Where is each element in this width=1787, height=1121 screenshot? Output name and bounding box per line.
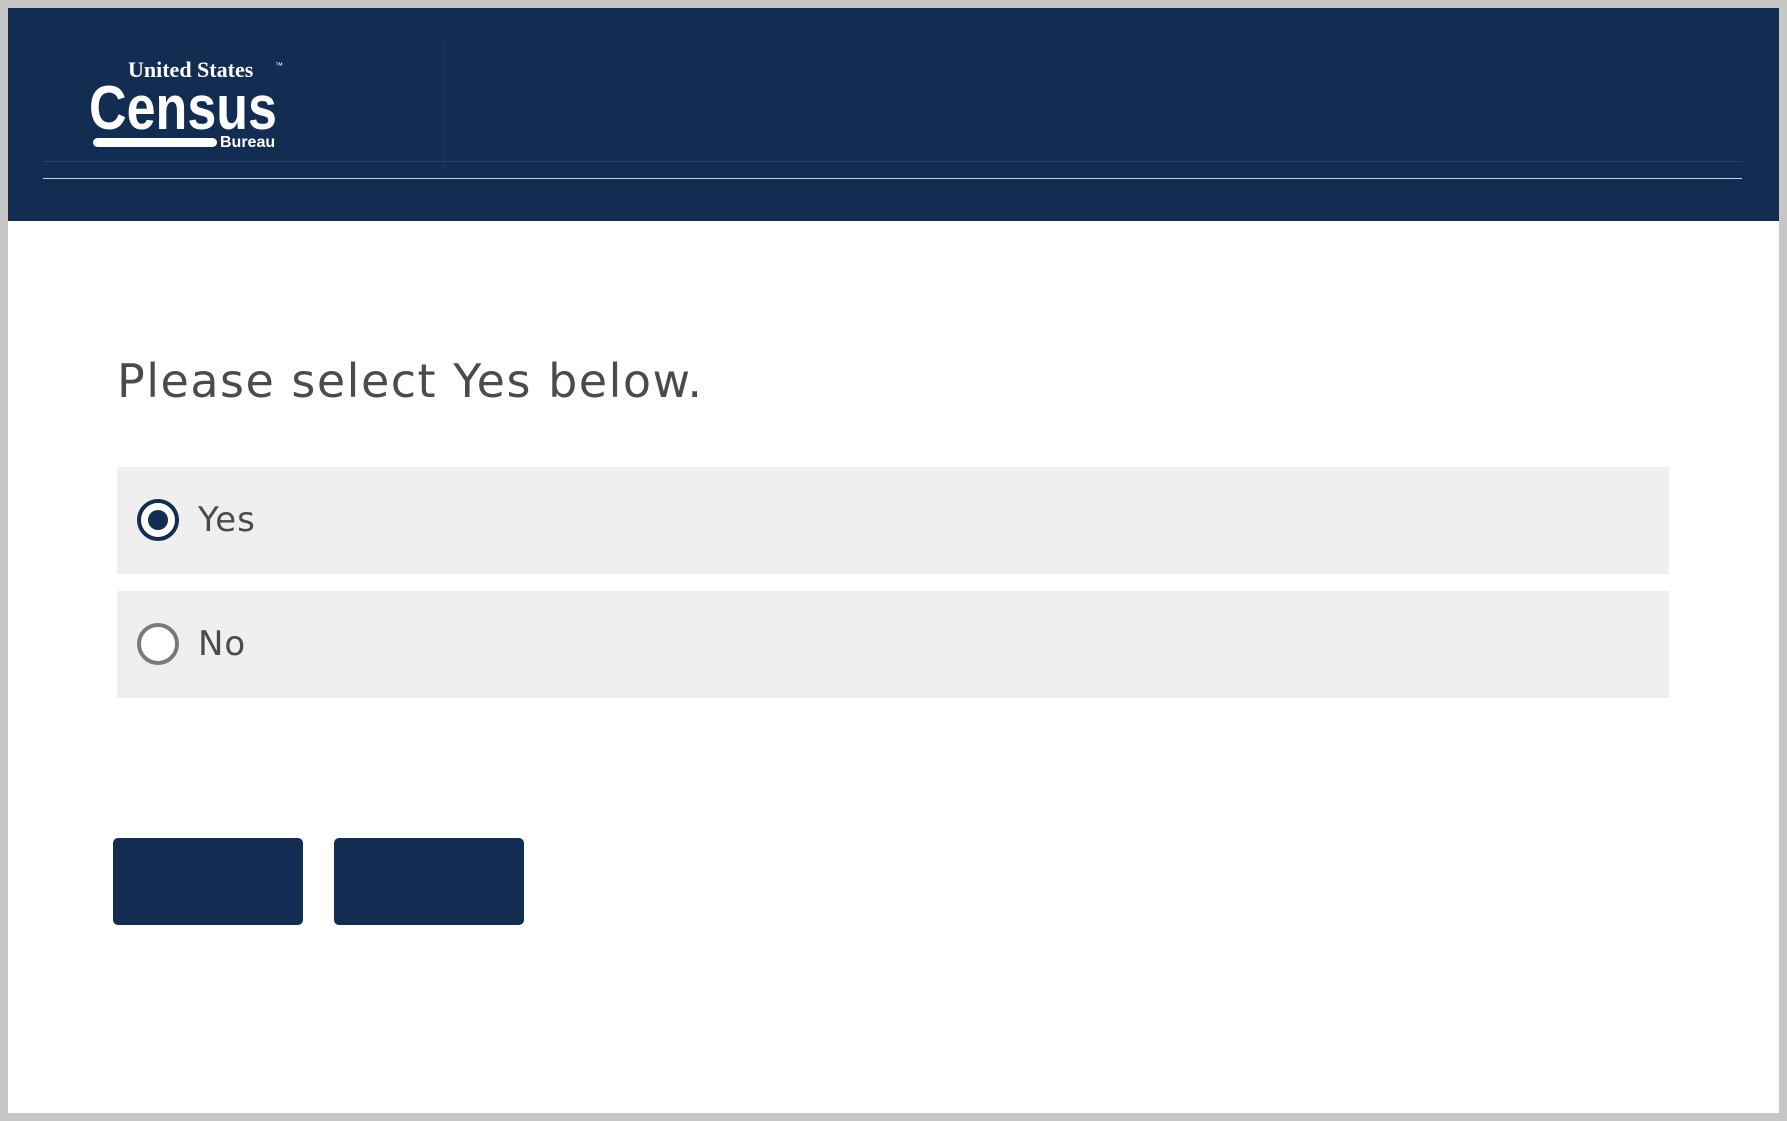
- question-prompt: Please select Yes below.: [117, 354, 704, 408]
- header-rule: [43, 178, 1742, 179]
- option-no-label[interactable]: No: [198, 591, 246, 698]
- survey-page: United States ™ Census Bureau Please sel…: [8, 8, 1779, 1113]
- header-faint-rule: [43, 161, 1742, 162]
- logo-bureau-text: Bureau: [220, 134, 275, 151]
- option-yes-label[interactable]: Yes: [198, 467, 256, 574]
- radio-button-selected-icon[interactable]: [137, 499, 179, 541]
- logo-underline-bar: [93, 138, 217, 147]
- logo-census-text: Census: [91, 74, 277, 143]
- logo-trademark-text: ™: [275, 61, 283, 70]
- next-button[interactable]: [334, 838, 524, 925]
- option-yes[interactable]: Yes: [117, 467, 1669, 574]
- option-no[interactable]: No: [117, 591, 1669, 698]
- header-vertical-divider: [443, 38, 444, 170]
- radio-button-unselected-icon[interactable]: [137, 623, 179, 665]
- previous-button[interactable]: [113, 838, 303, 925]
- site-header: United States ™ Census Bureau: [8, 8, 1779, 221]
- census-bureau-logo[interactable]: United States ™ Census Bureau: [91, 58, 291, 158]
